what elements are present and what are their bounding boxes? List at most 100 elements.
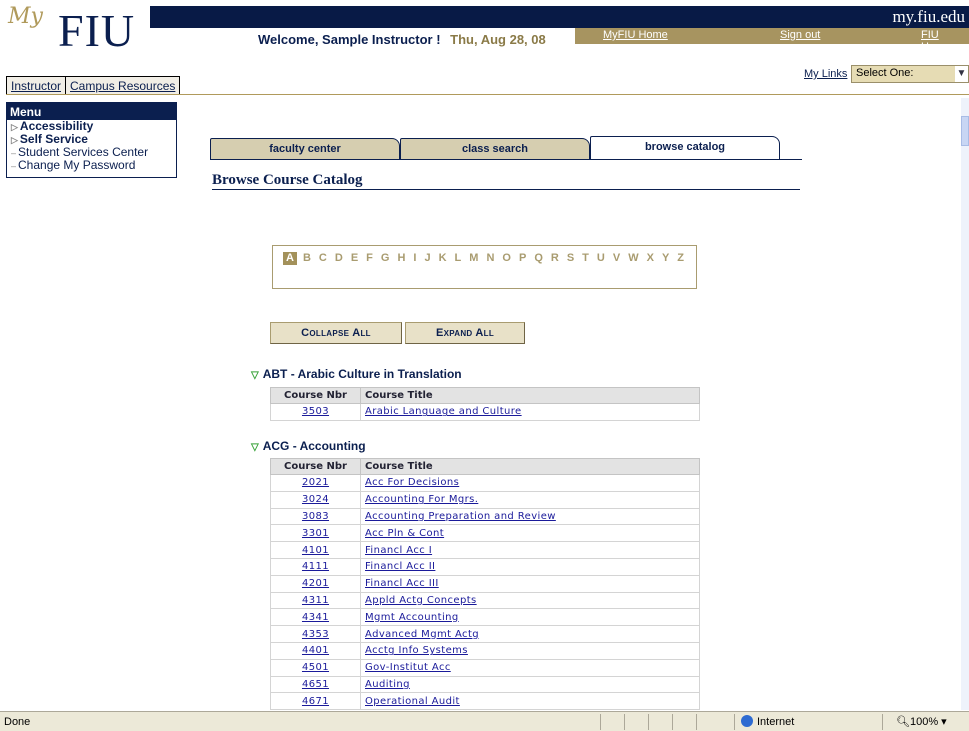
letter-link-w[interactable]: W — [628, 252, 638, 265]
letter-link-q[interactable]: Q — [534, 252, 543, 265]
course-title-link[interactable]: Gov-Institut Acc — [360, 658, 700, 677]
col-course-title: Course Title — [360, 387, 700, 404]
header: My FIU my.fiu.edu Welcome, Sample Instru… — [0, 0, 969, 58]
course-nbr-link[interactable]: 4111 — [270, 557, 361, 576]
myfiu-logo[interactable]: My FIU — [6, 4, 156, 58]
tab-class-search[interactable]: class search — [400, 138, 590, 160]
status-divider — [734, 714, 735, 730]
letter-link-h[interactable]: H — [397, 252, 405, 265]
course-title-link[interactable]: Financl Acc II — [360, 557, 700, 576]
letter-link-c[interactable]: C — [319, 252, 327, 265]
table-row: 4651 Auditing — [270, 675, 700, 694]
course-title-link[interactable]: Advanced Mgmt Actg — [360, 625, 700, 643]
my-links-link[interactable]: My Links — [804, 68, 847, 80]
letter-link-p[interactable]: P — [519, 252, 526, 265]
col-course-title: Course Title — [360, 458, 700, 475]
table-row: 4111 Financl Acc II — [270, 557, 700, 576]
sign-out-link[interactable]: Sign out — [780, 29, 820, 41]
table-row: 4401 Acctg Info Systems — [270, 641, 700, 660]
course-title-link[interactable]: Appld Actg Concepts — [360, 591, 700, 610]
table-row: 4311 Appld Actg Concepts — [270, 591, 700, 610]
my-links-select[interactable]: Select One: ▼ — [851, 65, 969, 83]
tab-instructor[interactable]: Instructor — [7, 77, 67, 95]
letter-link-g[interactable]: G — [381, 252, 390, 265]
course-title-link[interactable]: Accounting Preparation and Review — [360, 507, 700, 526]
tab-campus-resources[interactable]: Campus Resources — [66, 77, 180, 95]
col-course-nbr: Course Nbr — [270, 458, 361, 475]
course-nbr-link[interactable]: 3503 — [270, 403, 361, 421]
expand-all-button[interactable]: Expand All — [405, 322, 525, 344]
course-title-link[interactable]: Arabic Language and Culture — [360, 403, 700, 421]
course-nbr-link[interactable]: 2021 — [270, 474, 361, 492]
course-nbr-link[interactable]: 4671 — [270, 692, 361, 711]
letter-link-b[interactable]: B — [303, 252, 311, 265]
letter-link-l[interactable]: L — [455, 252, 462, 265]
letter-link-k[interactable]: K — [439, 252, 447, 265]
course-nbr-link[interactable]: 4353 — [270, 625, 361, 643]
fiu-home-link[interactable]: FIU Home — [921, 29, 969, 53]
letter-link-r[interactable]: R — [551, 252, 559, 265]
menu-item-label: Accessibility — [19, 119, 94, 133]
course-title-link[interactable]: Financl Acc I — [360, 541, 700, 559]
letter-link-i[interactable]: I — [413, 252, 416, 265]
collapse-triangle-icon[interactable]: ▽ — [251, 370, 259, 381]
course-nbr-link[interactable]: 3301 — [270, 524, 361, 543]
letter-link-d[interactable]: D — [335, 252, 343, 265]
subject-header[interactable]: ▽ ACG - Accounting — [251, 439, 366, 453]
scrollbar-thumb[interactable] — [961, 116, 969, 146]
course-title-link[interactable]: Acctg Info Systems — [360, 641, 700, 660]
letter-link-t[interactable]: T — [582, 252, 589, 265]
chevron-down-icon[interactable]: ▼ — [955, 66, 968, 82]
subject-header[interactable]: ▽ ABT - Arabic Culture in Translation — [251, 367, 462, 381]
table-header-row: Course Nbr Course Title — [270, 458, 700, 475]
course-title-link[interactable]: Accounting For Mgrs. — [360, 490, 700, 509]
course-title-link[interactable]: Operational Audit — [360, 692, 700, 711]
course-nbr-link[interactable]: 4651 — [270, 675, 361, 694]
role-tabs: Instructor Campus Resources — [6, 76, 181, 95]
collapse-triangle-icon[interactable]: ▽ — [251, 442, 259, 453]
letter-link-z[interactable]: Z — [677, 252, 684, 265]
zoom-control[interactable]: 🔍︎100% ▾ — [896, 715, 947, 728]
letter-link-j[interactable]: J — [424, 252, 430, 265]
course-title-link[interactable]: Financl Acc III — [360, 574, 700, 593]
course-nbr-link[interactable]: 4401 — [270, 641, 361, 660]
course-nbr-link[interactable]: 4201 — [270, 574, 361, 593]
course-nbr-link[interactable]: 4311 — [270, 591, 361, 610]
tab-browse-catalog[interactable]: browse catalog — [590, 136, 780, 160]
letter-link-y[interactable]: Y — [662, 252, 669, 265]
menu-item-change-password[interactable]: – Change My Password — [7, 159, 176, 172]
letter-link-v[interactable]: V — [613, 252, 620, 265]
myfiu-home-link[interactable]: MyFIU Home — [603, 29, 668, 41]
letter-link-u[interactable]: U — [597, 252, 605, 265]
course-nbr-link[interactable]: 4341 — [270, 608, 361, 627]
course-nbr-link[interactable]: 4101 — [270, 541, 361, 559]
course-title-link[interactable]: Acc For Decisions — [360, 474, 700, 492]
expand-triangle-icon: ▷ — [11, 122, 18, 132]
course-nbr-link[interactable]: 4501 — [270, 658, 361, 677]
vertical-scrollbar[interactable] — [961, 98, 969, 710]
course-table: Course Nbr Course Title 3503 Arabic Langu… — [270, 387, 700, 421]
course-title-link[interactable]: Acc Pln & Cont — [360, 524, 700, 543]
letter-link-e[interactable]: E — [351, 252, 358, 265]
course-title-link[interactable]: Auditing — [360, 675, 700, 694]
table-row: 3503 Arabic Language and Culture — [270, 403, 700, 421]
left-menu: Menu ▷ Accessibility ▷ Self Service – Stude… — [6, 102, 177, 178]
letter-link-a[interactable]: A — [283, 252, 297, 265]
table-row: 3301 Acc Pln & Cont — [270, 524, 700, 543]
expand-triangle-icon: ▷ — [11, 135, 18, 145]
letter-link-f[interactable]: F — [366, 252, 373, 265]
letter-link-o[interactable]: O — [502, 252, 511, 265]
course-title-link[interactable]: Mgmt Accounting — [360, 608, 700, 627]
course-nbr-link[interactable]: 3083 — [270, 507, 361, 526]
collapse-all-button[interactable]: Collapse All — [270, 322, 402, 344]
letter-link-s[interactable]: S — [567, 252, 574, 265]
letter-link-x[interactable]: X — [647, 252, 654, 265]
letter-link-n[interactable]: N — [486, 252, 494, 265]
course-nbr-link[interactable]: 3024 — [270, 490, 361, 509]
title-rule — [212, 189, 800, 190]
security-zone: Internet — [741, 715, 794, 728]
table-row: 4671 Operational Audit — [270, 692, 700, 711]
tab-faculty-center[interactable]: faculty center — [210, 138, 400, 160]
col-course-nbr: Course Nbr — [270, 387, 361, 404]
letter-link-m[interactable]: M — [469, 252, 478, 265]
